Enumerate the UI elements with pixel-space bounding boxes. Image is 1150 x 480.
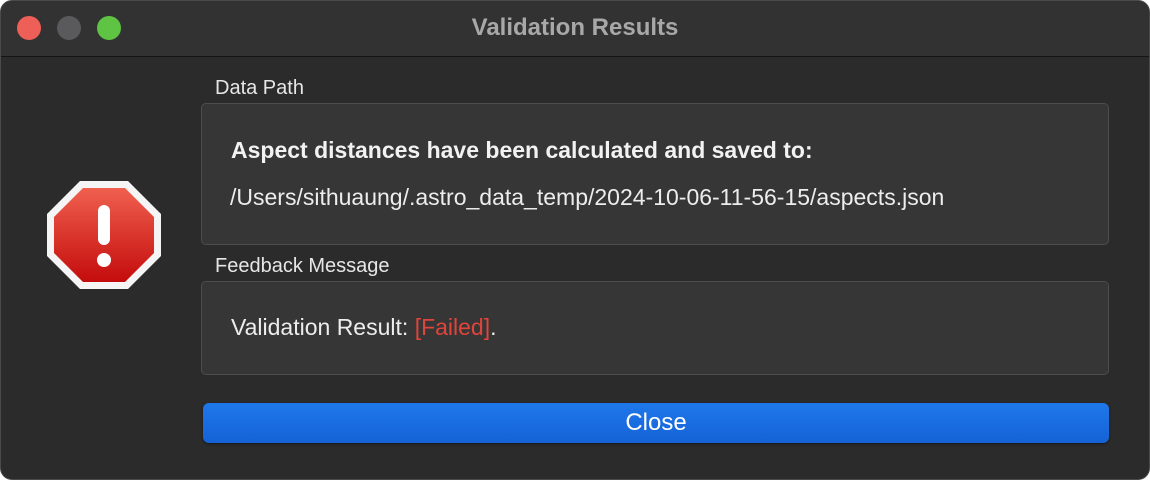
status-failed-text: [Failed] [414, 314, 491, 340]
data-path-group: Aspect distances have been calculated an… [201, 103, 1109, 245]
data-path-heading: Aspect distances have been calculated an… [231, 137, 813, 163]
feedback-prefix: Validation Result: [231, 314, 415, 340]
window-title: Validation Results [471, 14, 679, 41]
close-button[interactable]: Close [203, 403, 1109, 443]
feedback-group: Validation Result: [Failed]. [201, 281, 1109, 375]
data-path-label: Data Path [215, 77, 304, 99]
feedback-message: Validation Result: [Failed]. [231, 314, 497, 341]
stop-alert-icon [47, 181, 161, 289]
title-bar: Validation Results [1, 1, 1149, 57]
feedback-label: Feedback Message [215, 255, 390, 277]
data-path-value: /Users/sithuaung/.astro_data_temp/2024-1… [230, 184, 945, 210]
feedback-suffix: . [490, 314, 497, 340]
dialog-window: Validation Results Data Path Aspect dist… [0, 0, 1150, 480]
